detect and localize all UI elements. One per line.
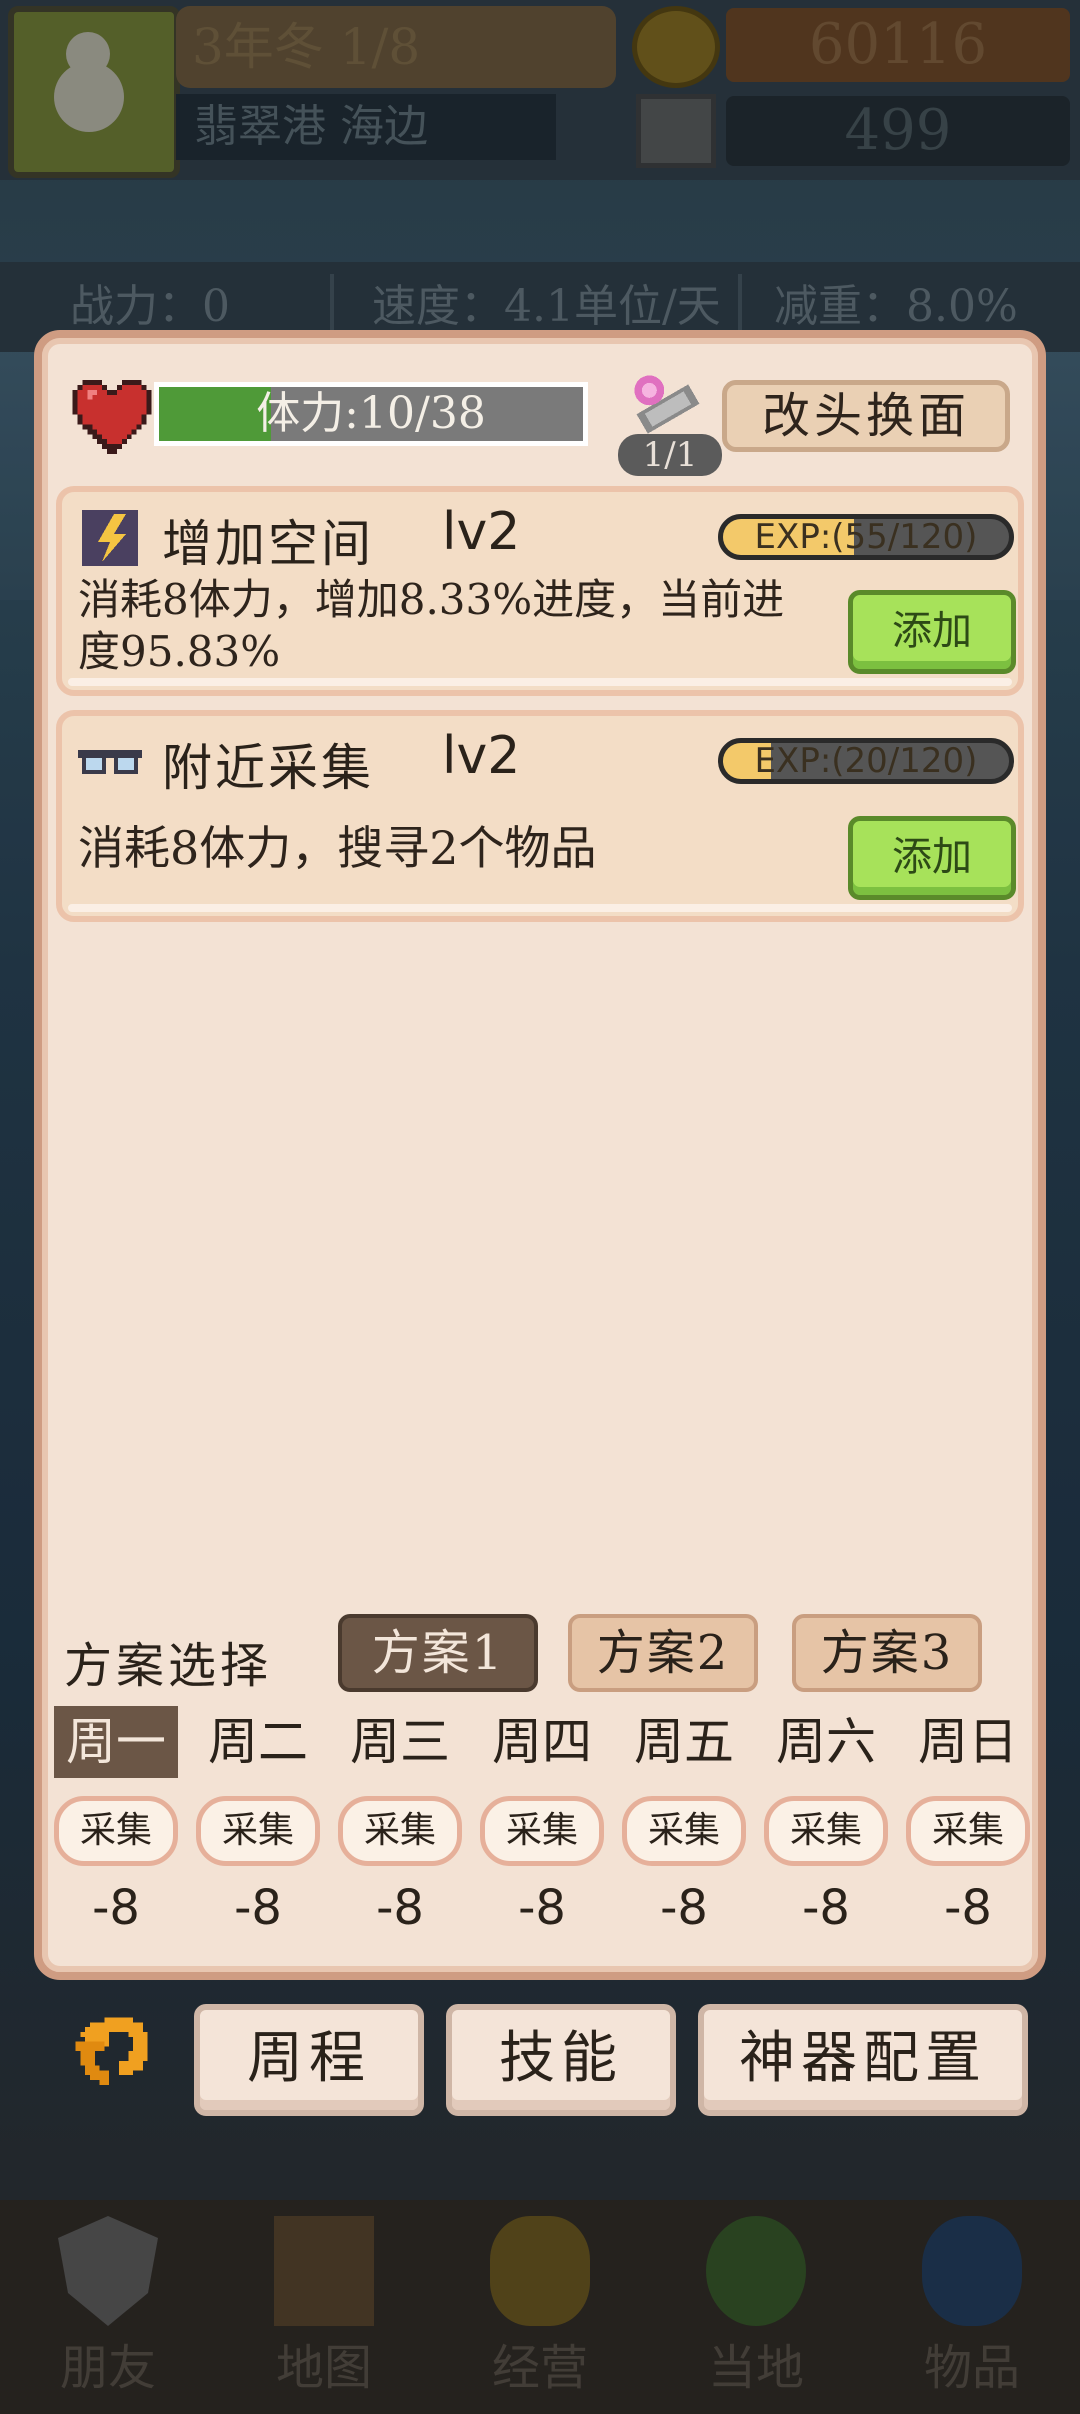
plan-1-button[interactable]: 方案1 <box>338 1614 538 1692</box>
exp-text: EXP:(55/120) <box>754 517 978 557</box>
day-tab-wednesday[interactable]: 周三 <box>338 1706 462 1778</box>
day-cost: -8 <box>92 1880 140 1936</box>
skill-description: 消耗8体力，搜寻2个物品 <box>78 821 597 875</box>
day-slot-friday[interactable]: 采集 <box>622 1796 746 1866</box>
day-tab-sunday[interactable]: 周日 <box>906 1706 1030 1778</box>
skill-level: lv2 <box>442 726 521 786</box>
skill-card: 增加空间 lv2 EXP:(55/120) 消耗8体力，增加8.33%进度，当前… <box>56 486 1024 696</box>
day-cost: -8 <box>802 1880 850 1936</box>
day-cost: -8 <box>944 1880 992 1936</box>
skill-schedule-panel: 体力:10/38 1/1 改头换面 增加空间 lv2 EXP:(55/120) … <box>34 330 1046 1980</box>
heart-icon <box>72 380 152 454</box>
skill-name: 增加空间 <box>162 515 374 573</box>
action-bar: 周程 技能 神器配置 <box>36 1990 1044 2130</box>
add-skill-button[interactable]: 添加 <box>848 590 1016 674</box>
skill-description: 消耗8体力，增加8.33%进度，当前进度95.83% <box>78 575 785 676</box>
exp-bar: EXP:(55/120) <box>718 514 1014 560</box>
add-skill-button[interactable]: 添加 <box>848 816 1016 900</box>
day-tab-monday[interactable]: 周一 <box>54 1706 178 1778</box>
stamina-bar: 体力:10/38 <box>154 382 588 446</box>
lightning-icon <box>82 510 138 566</box>
day-tab-saturday[interactable]: 周六 <box>764 1706 888 1778</box>
stamina-text: 体力:10/38 <box>256 388 486 439</box>
undo-arrow-icon[interactable] <box>64 2008 164 2104</box>
day-tab-thursday[interactable]: 周四 <box>480 1706 604 1778</box>
day-cost: -8 <box>376 1880 424 1936</box>
day-cost: -8 <box>234 1880 282 1936</box>
plan-2-button[interactable]: 方案2 <box>568 1614 758 1692</box>
scroll-count: 1/1 <box>618 434 722 476</box>
day-slot-monday[interactable]: 采集 <box>54 1796 178 1866</box>
exp-bar: EXP:(20/120) <box>718 738 1014 784</box>
schedule-button[interactable]: 周程 <box>194 2004 424 2116</box>
day-cost: -8 <box>518 1880 566 1936</box>
skill-card: 附近采集 lv2 EXP:(20/120) 消耗8体力，搜寻2个物品 添加 <box>56 710 1024 922</box>
day-slot-saturday[interactable]: 采集 <box>764 1796 888 1866</box>
skill-name: 附近采集 <box>162 739 374 797</box>
skill-level: lv2 <box>442 502 521 562</box>
artifact-config-button[interactable]: 神器配置 <box>698 2004 1028 2116</box>
change-face-button[interactable]: 改头换面 <box>722 380 1010 452</box>
skills-button[interactable]: 技能 <box>446 2004 676 2116</box>
day-slot-sunday[interactable]: 采集 <box>906 1796 1030 1866</box>
exp-text: EXP:(20/120) <box>754 741 978 781</box>
day-tab-friday[interactable]: 周五 <box>622 1706 746 1778</box>
day-tab-tuesday[interactable]: 周二 <box>196 1706 320 1778</box>
plan-select-label: 方案选择 <box>64 1638 273 1694</box>
day-slot-tuesday[interactable]: 采集 <box>196 1796 320 1866</box>
plan-3-button[interactable]: 方案3 <box>792 1614 982 1692</box>
glasses-icon <box>78 750 142 774</box>
day-cost: -8 <box>660 1880 708 1936</box>
day-slot-thursday[interactable]: 采集 <box>480 1796 604 1866</box>
day-slot-wednesday[interactable]: 采集 <box>338 1796 462 1866</box>
